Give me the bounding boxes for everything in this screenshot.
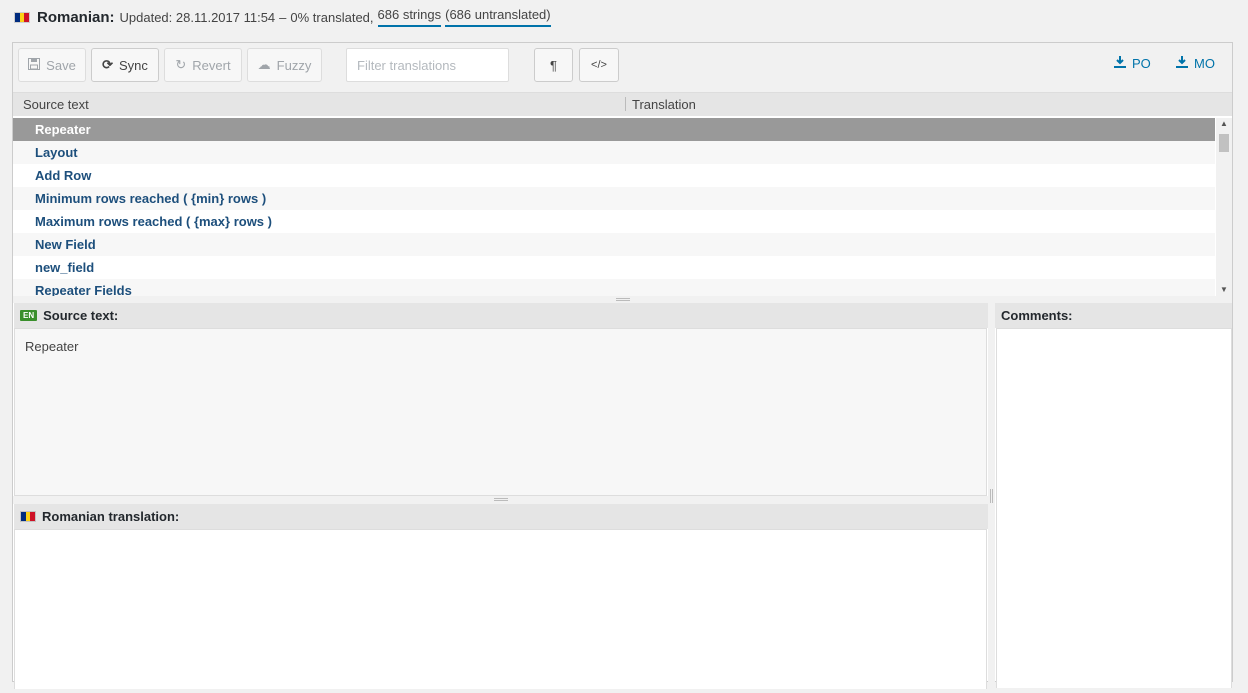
romania-flag-icon [20, 511, 36, 522]
mo-label: MO [1194, 56, 1215, 71]
save-button[interactable]: Save [18, 48, 86, 82]
toolbar: Save ⟳ Sync ↻ Revert ☁ Fuzzy ¶ </> PO [13, 43, 1232, 93]
cloud-icon: ☁ [257, 57, 271, 72]
floppy-disk-icon [28, 57, 41, 73]
list-item[interactable]: New Field [13, 233, 1215, 256]
source-text-value: Repeater [25, 339, 79, 354]
comments-panel-header: Comments: [995, 303, 1232, 328]
download-icon [1176, 56, 1188, 71]
download-icon [1114, 56, 1126, 71]
comments-panel-title: Comments: [1001, 308, 1073, 323]
source-text-column-header[interactable]: Source text [23, 97, 89, 112]
strings-count[interactable]: 686 strings [377, 7, 442, 27]
grip-icon [494, 498, 508, 501]
scroll-up-arrow-icon[interactable]: ▲ [1216, 118, 1232, 130]
revert-button[interactable]: ↻ Revert [164, 48, 242, 82]
list-item[interactable]: Repeater Fields [13, 279, 1215, 296]
invisibles-toggle-button[interactable]: ¶ [534, 48, 573, 82]
source-text-display: Repeater [14, 328, 987, 496]
list-resize-handle[interactable] [13, 296, 1232, 303]
page-header: Romanian: Updated: 28.11.2017 11:54 – 0%… [14, 4, 551, 30]
source-panel-title: Source text: [43, 308, 119, 323]
list-item[interactable]: Repeater [13, 118, 1215, 141]
source-resize-handle[interactable] [13, 496, 988, 504]
code-view-toggle-button[interactable]: </> [579, 48, 619, 82]
comments-resize-handle[interactable] [988, 303, 995, 693]
grid-header: Source text Translation [13, 93, 1232, 116]
list-scrollbar[interactable]: ▲ ▼ [1216, 118, 1232, 296]
column-divider[interactable] [625, 97, 626, 111]
sync-label: Sync [119, 57, 148, 73]
scrollbar-thumb[interactable] [1219, 134, 1229, 152]
sync-icon: ⟳ [102, 57, 113, 72]
updated-timestamp: Updated: 28.11.2017 11:54 [119, 9, 276, 25]
code-icon: </> [591, 59, 607, 71]
revert-icon: ↻ [175, 57, 187, 72]
translation-panel-header: Romanian translation: [14, 504, 988, 529]
translation-editor: Save ⟳ Sync ↻ Revert ☁ Fuzzy ¶ </> PO [12, 42, 1233, 693]
untranslated-count[interactable]: (686 untranslated) [445, 7, 551, 27]
pilcrow-icon: ¶ [550, 57, 557, 73]
scroll-down-arrow-icon[interactable]: ▼ [1216, 284, 1232, 296]
grip-icon [616, 298, 630, 301]
en-badge: EN [20, 310, 38, 321]
download-mo-link[interactable]: MO [1176, 56, 1215, 71]
fuzzy-label: Fuzzy [276, 57, 312, 73]
translation-textarea[interactable] [14, 529, 987, 689]
list-item[interactable]: Maximum rows reached ( {max} rows ) [13, 210, 1215, 233]
revert-label: Revert [192, 57, 231, 73]
grip-icon [990, 489, 993, 503]
dash-separator: – [279, 9, 287, 25]
po-label: PO [1132, 56, 1151, 71]
romania-flag-icon [14, 11, 30, 23]
list-item[interactable]: new_field [13, 256, 1215, 279]
list-item[interactable]: Minimum rows reached ( {min} rows ) [13, 187, 1215, 210]
fuzzy-button[interactable]: ☁ Fuzzy [247, 48, 322, 82]
strings-list: Repeater Layout Add Row Minimum rows rea… [13, 118, 1215, 296]
list-item[interactable]: Layout [13, 141, 1215, 164]
translation-column-header[interactable]: Translation [632, 97, 696, 112]
translation-panel-title: Romanian translation: [42, 509, 180, 524]
sync-button[interactable]: ⟳ Sync [91, 48, 159, 82]
language-name: Romanian: [37, 8, 115, 26]
source-panel-header: EN Source text: [14, 303, 988, 328]
filter-translations-input[interactable] [346, 48, 509, 82]
comments-textarea[interactable] [996, 328, 1232, 688]
save-label: Save [46, 57, 76, 73]
list-item[interactable]: Add Row [13, 164, 1215, 187]
download-po-link[interactable]: PO [1114, 56, 1151, 71]
translated-percent: 0% translated, [290, 9, 374, 25]
